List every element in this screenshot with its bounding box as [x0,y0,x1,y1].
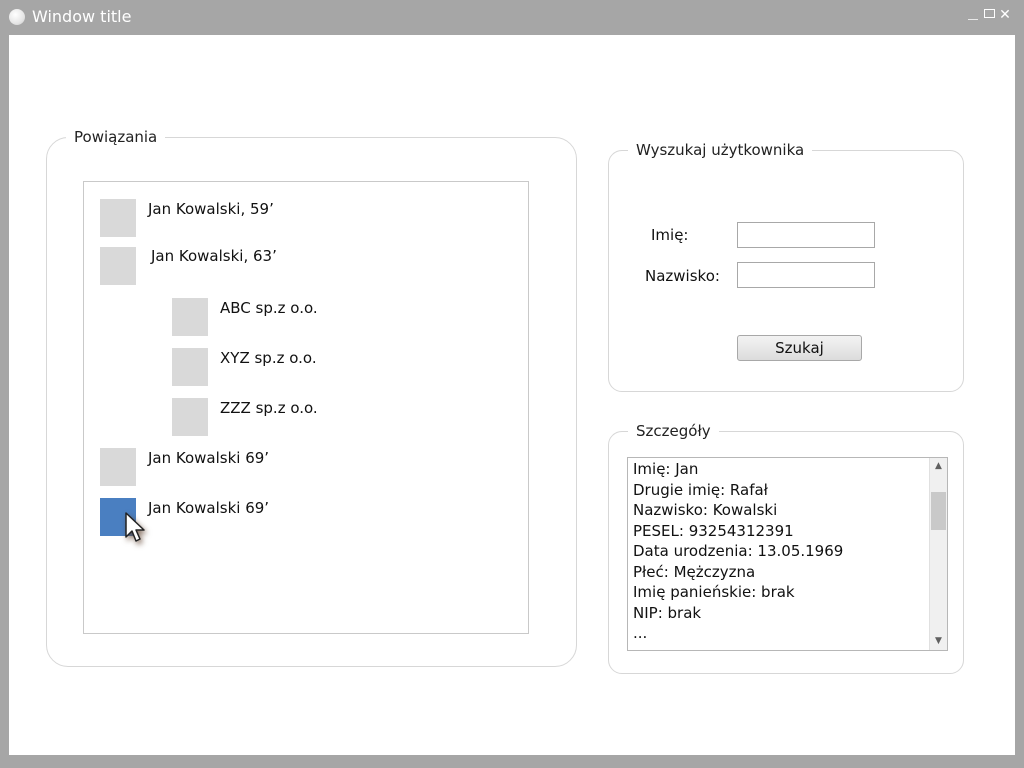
maximize-icon[interactable] [983,6,997,24]
details-scrollbar[interactable]: ▲ ▼ [929,458,947,650]
scroll-up-arrow-icon[interactable]: ▲ [930,458,947,475]
node-label: Jan Kowalski, 63’ [151,247,277,265]
relations-legend: Powiązania [66,128,166,146]
app-icon [9,9,25,25]
details-line: Data urodzenia: 13.05.1969 [633,542,844,560]
details-line: Imię: Jan [633,460,699,478]
scroll-down-arrow-icon[interactable]: ▼ [930,633,947,650]
mouse-cursor-icon [125,512,145,542]
search-button[interactable]: Szukaj [737,335,862,361]
node-icon[interactable] [172,298,208,336]
node-icon[interactable] [100,448,136,486]
details-legend: Szczegóły [628,422,719,440]
search-user-legend: Wyszukaj użytkownika [628,141,813,159]
relations-tree[interactable]: Jan Kowalski, 59’ Jan Kowalski, 63’ ABC … [83,181,529,634]
node-icon[interactable] [100,199,136,237]
title-bar[interactable]: Window title ✕ [0,0,1024,35]
window-client-area: Powiązania Jan Kowalski, 59’ Jan Kowalsk… [9,35,1015,755]
last-name-input[interactable] [737,262,875,288]
last-name-label: Nazwisko: [645,267,720,285]
details-line: Imię panieńskie: brak [633,583,795,601]
node-label: ZZZ sp.z o.o. [220,399,318,417]
details-line: PESEL: 93254312391 [633,521,794,540]
node-label: XYZ sp.z o.o. [220,349,317,367]
node-label: ABC sp.z o.o. [220,299,318,317]
details-lines: Imię: Jan Drugie imię: Rafał Nazwisko: K… [633,459,928,644]
details-line: ... [633,624,648,642]
node-icon[interactable] [100,247,136,285]
scroll-thumb[interactable] [931,492,946,530]
node-label: Jan Kowalski, 59’ [148,200,274,218]
window-title: Window title [32,7,132,26]
node-icon[interactable] [172,348,208,386]
first-name-label: Imię: [651,226,689,244]
first-name-input[interactable] [737,222,875,248]
node-label: Jan Kowalski 69’ [148,449,270,467]
node-label: Jan Kowalski 69’ [148,499,270,517]
close-icon[interactable]: ✕ [998,6,1012,24]
details-line: Płeć: Mężczyzna [633,562,756,581]
details-line: Nazwisko: Kowalski [633,501,778,519]
node-icon[interactable] [172,398,208,436]
details-line: Drugie imię: Rafał [633,480,768,499]
details-line: NIP: brak [633,603,702,622]
details-list[interactable]: Imię: Jan Drugie imię: Rafał Nazwisko: K… [627,457,948,651]
minimize-icon[interactable] [966,6,980,24]
